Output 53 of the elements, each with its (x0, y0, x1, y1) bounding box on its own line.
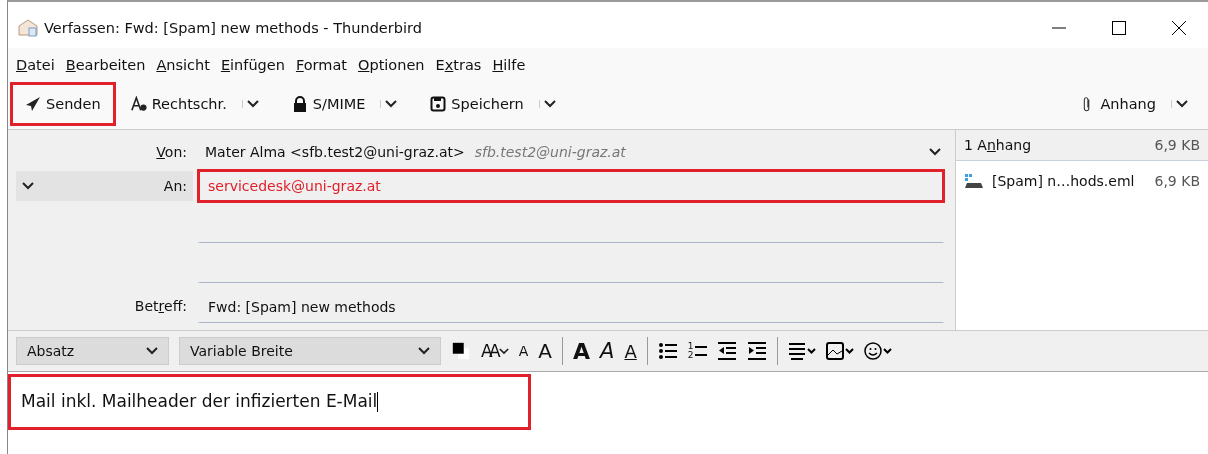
indent-icon[interactable] (747, 341, 768, 361)
menu-item[interactable]: Einfügen (220, 57, 285, 73)
text-color-icon[interactable] (451, 341, 471, 361)
bullet-list-icon[interactable] (657, 341, 678, 361)
chevron-icon (146, 347, 158, 355)
align-icon[interactable] (788, 341, 817, 361)
paper-plane-icon (25, 96, 41, 112)
from-dropdown[interactable]: Mater Alma <sfb.test2@uni-graz.at> sfb.test2@uni-graz.at (197, 144, 949, 160)
paragraph-format-dropdown[interactable]: Absatz (16, 337, 169, 365)
from-label: Von: (156, 144, 187, 160)
smaller-font-button[interactable]: A (518, 343, 529, 359)
menu-item[interactable]: Hilfe (492, 57, 526, 73)
recipient-field[interactable]: servicedesk@uni-graz.at (197, 169, 945, 203)
save-button[interactable]: Speichern (415, 82, 539, 126)
spellcheck-icon (130, 96, 147, 112)
attachment-name[interactable]: [Spam] n…hods.eml (992, 173, 1135, 189)
spellcheck-button[interactable]: Rechtschr. (115, 82, 242, 126)
close-icon[interactable] (1172, 21, 1186, 35)
menu-item[interactable]: Format (295, 57, 348, 73)
menu-item[interactable]: Datei (16, 57, 55, 73)
maximize-icon[interactable] (1112, 21, 1126, 35)
outdent-icon[interactable] (717, 341, 738, 361)
italic-button[interactable]: A (600, 339, 615, 363)
menu-item[interactable]: Optionen (358, 57, 425, 73)
lock-icon (291, 96, 308, 112)
underline-button[interactable]: A (624, 340, 637, 362)
numbered-list-button[interactable]: 1 2 (687, 342, 708, 360)
chevron-icon (418, 347, 430, 355)
subject-field[interactable]: Fwd: [Spam] new methods (197, 289, 945, 323)
file-icon (964, 173, 984, 189)
save-icon (430, 96, 447, 112)
emoji-icon[interactable] (864, 341, 893, 361)
menu-item[interactable]: Ansicht (156, 57, 210, 73)
attach-button[interactable]: Anhang (1064, 82, 1171, 126)
to-label: An: (163, 178, 187, 194)
font-dropdown[interactable]: Variable Breite (179, 337, 441, 365)
menu-item[interactable]: Bearbeiten (65, 57, 146, 73)
attachment-size: 6,9 KB (1154, 173, 1200, 189)
window-title: Verfassen: Fwd: [Spam] new methods - Thunderbird (44, 20, 422, 36)
message-body[interactable]: Mail inkl. Mailheader der infizierten E-Mail (8, 374, 531, 430)
menu-item[interactable]: Extras (435, 57, 482, 73)
subject-label: Betreff: (134, 298, 187, 314)
chevron-icon (929, 148, 941, 156)
send-button[interactable]: Senden (10, 82, 116, 126)
encryption-button[interactable]: S/MIME (276, 82, 381, 126)
image-icon[interactable] (826, 341, 855, 361)
attachment-count: 1 Anhang (964, 137, 1032, 153)
font-size-button[interactable]: AA (481, 341, 509, 361)
attachment-total-size: 6,9 KB (1154, 137, 1200, 153)
bold-button[interactable]: A (573, 338, 591, 364)
list-lines-icon (695, 344, 708, 358)
larger-font-button[interactable]: A (538, 339, 552, 363)
chevron-icon (498, 347, 509, 355)
